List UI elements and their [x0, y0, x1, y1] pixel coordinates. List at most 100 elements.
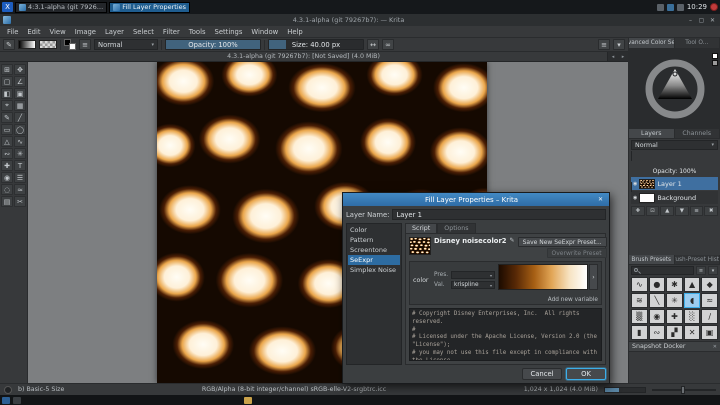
wrap-around-button[interactable]: ∞	[382, 39, 394, 50]
cancel-button[interactable]: Cancel	[522, 368, 562, 380]
snapshot-docker-titlebar[interactable]: Snapshot Docker ✕	[629, 341, 720, 352]
val-combo[interactable]: krispline▾	[451, 281, 495, 289]
brush-preset-cell-9[interactable]: ≈	[701, 293, 718, 308]
generator-color[interactable]: Color	[348, 225, 400, 235]
size-slider[interactable]: Size: 40.00 px	[268, 39, 364, 50]
document-tab[interactable]: 4.3.1-alpha (git 79267b7): [Not Saved] (…	[0, 52, 608, 61]
taskbar-folder-icon[interactable]	[244, 397, 252, 404]
brush-preset-cell-4[interactable]: ◆	[701, 277, 718, 292]
polygon-tool[interactable]: △	[1, 136, 13, 147]
line-tool[interactable]: ╱	[14, 112, 26, 123]
brush-editor-button[interactable]: ≡	[79, 39, 91, 50]
pencil-icon[interactable]: ✎	[510, 237, 515, 244]
move-layer-down-button[interactable]: ▼	[675, 206, 689, 216]
preset-view-mode-button[interactable]: ≡	[696, 266, 706, 275]
reference-images-tool[interactable]: ▤	[1, 196, 13, 207]
current-brush-preset[interactable]: b) Basic-5 Size	[18, 386, 64, 393]
menu-image[interactable]: Image	[71, 28, 100, 36]
tab-brush-presets[interactable]: Brush Presets	[629, 255, 675, 264]
close-button[interactable]: ✕	[708, 17, 717, 24]
tab-tool-options[interactable]: Tool O...	[675, 38, 720, 48]
colorspace-label[interactable]: RGB/Alpha (8-bit integer/channel) sRGB-e…	[202, 386, 386, 393]
dialog-close-button[interactable]: ✕	[596, 196, 605, 203]
advanced-color-selector[interactable]	[629, 49, 720, 129]
ok-button[interactable]: OK	[566, 368, 606, 380]
save-new-preset-button[interactable]: Save New SeExpr Preset...	[518, 237, 607, 247]
fg-bg-color-selector[interactable]	[64, 39, 76, 50]
background-color[interactable]	[69, 43, 76, 50]
taskbar-x-icon[interactable]	[2, 397, 10, 404]
brush-preset-cell-6[interactable]: ╲	[649, 293, 666, 308]
dialog-titlebar[interactable]: Fill Layer Properties – Krita ✕	[343, 193, 609, 206]
delete-layer-button[interactable]: ✖	[704, 206, 718, 216]
workspace-chooser-button[interactable]: ≡	[598, 39, 610, 50]
brush-preset-cell-1[interactable]: ●	[649, 277, 666, 292]
gradient-strip[interactable]	[498, 264, 588, 290]
menu-tools[interactable]: Tools	[185, 28, 210, 36]
brush-preset-cell-7[interactable]: ✳	[666, 293, 683, 308]
script-editor[interactable]: # Copyright Disney Enterprises, Inc. All…	[409, 308, 602, 361]
tray-icon-3[interactable]	[677, 4, 684, 11]
zoom-slider-handle[interactable]	[681, 386, 685, 394]
power-icon[interactable]	[710, 3, 718, 11]
color-wheel[interactable]	[644, 58, 706, 120]
layer-blend-combo[interactable]: Normal ▾	[631, 140, 718, 150]
brush-preset-chooser-button[interactable]: ✎	[3, 39, 15, 50]
opacity-slider[interactable]: Opacity: 100%	[165, 39, 261, 50]
menu-filter[interactable]: Filter	[159, 28, 184, 36]
tab-script[interactable]: Script	[405, 223, 437, 233]
multibrush-tool[interactable]: ✳	[14, 148, 26, 159]
freehand-path-tool[interactable]: ∿	[14, 136, 26, 147]
menu-window[interactable]: Window	[247, 28, 282, 36]
brush-preset-cell-17[interactable]: ▞	[666, 325, 683, 340]
generator-pattern[interactable]: Pattern	[348, 235, 400, 245]
menu-view[interactable]: View	[46, 28, 70, 36]
pan-tool[interactable]: ☰	[14, 172, 26, 183]
outline-select-tool[interactable]: ◌	[1, 184, 13, 195]
menu-file[interactable]: File	[3, 28, 22, 36]
search-input[interactable]	[631, 266, 694, 275]
brush-preset-cell-15[interactable]: ▮	[631, 325, 648, 340]
tab-layers[interactable]: Layers	[629, 129, 675, 138]
history-swatch-white[interactable]	[712, 53, 718, 59]
crop-select-tool[interactable]: ✂	[14, 196, 26, 207]
gradient-tool[interactable]: ◧	[1, 88, 13, 99]
brush-preset-cell-12[interactable]: ✚	[666, 309, 683, 324]
add-new-variable-link[interactable]: Add new variable	[548, 297, 598, 303]
brush-preset-cell-0[interactable]: ∿	[631, 277, 648, 292]
taskbar-window-dialog[interactable]: Fill Layer Properties	[109, 2, 190, 13]
menu-select[interactable]: Select	[129, 28, 158, 36]
menu-edit[interactable]: Edit	[23, 28, 44, 36]
pattern-chooser-button[interactable]	[39, 40, 57, 49]
gradient-chooser-button[interactable]	[18, 40, 36, 49]
launcher-icon[interactable]: X	[2, 2, 13, 12]
brush-preset-cell-11[interactable]: ◉	[649, 309, 666, 324]
zoom-slider[interactable]	[652, 386, 716, 394]
brush-preset-cell-3[interactable]: ▲	[684, 277, 701, 292]
crop-tool[interactable]: ▢	[1, 76, 13, 87]
brush-preset-cell-10[interactable]: ▒	[631, 309, 648, 324]
brush-preset-cell-2[interactable]: ✱	[666, 277, 683, 292]
minimize-button[interactable]: –	[686, 17, 695, 24]
similar-select-tool[interactable]: ≈	[14, 184, 26, 195]
move-layer-up-button[interactable]: ▲	[660, 206, 674, 216]
freehand-brush-tool[interactable]: ✎	[1, 112, 13, 123]
brush-preset-cell-13[interactable]: ░	[684, 309, 701, 324]
color-picker-tool[interactable]: ⌖	[1, 100, 13, 111]
pres-combo[interactable]: ▾	[451, 271, 495, 279]
layer-name-input[interactable]: Layer 1	[392, 209, 606, 220]
duplicate-layer-button[interactable]: ⊡	[646, 206, 660, 216]
maximize-button[interactable]: ▢	[697, 17, 706, 24]
tray-icon-1[interactable]	[657, 4, 664, 11]
bezier-curve-tool[interactable]: ∾	[1, 148, 13, 159]
ellipse-tool[interactable]: ◯	[14, 124, 26, 135]
generator-simplex-noise[interactable]: Simplex Noise	[348, 265, 400, 275]
layer-properties-button[interactable]: ≡	[690, 206, 704, 216]
close-icon[interactable]: ✕	[713, 344, 717, 350]
visibility-icon[interactable]: ◉	[633, 195, 637, 201]
tray-icon-2[interactable]	[667, 4, 674, 11]
pattern-edit-tool[interactable]: ▦	[14, 100, 26, 111]
blend-mode-combo[interactable]: Normal ▾	[94, 39, 158, 50]
mirror-button[interactable]: ↔	[367, 39, 379, 50]
brush-preset-cell-16[interactable]: ∾	[649, 325, 666, 340]
